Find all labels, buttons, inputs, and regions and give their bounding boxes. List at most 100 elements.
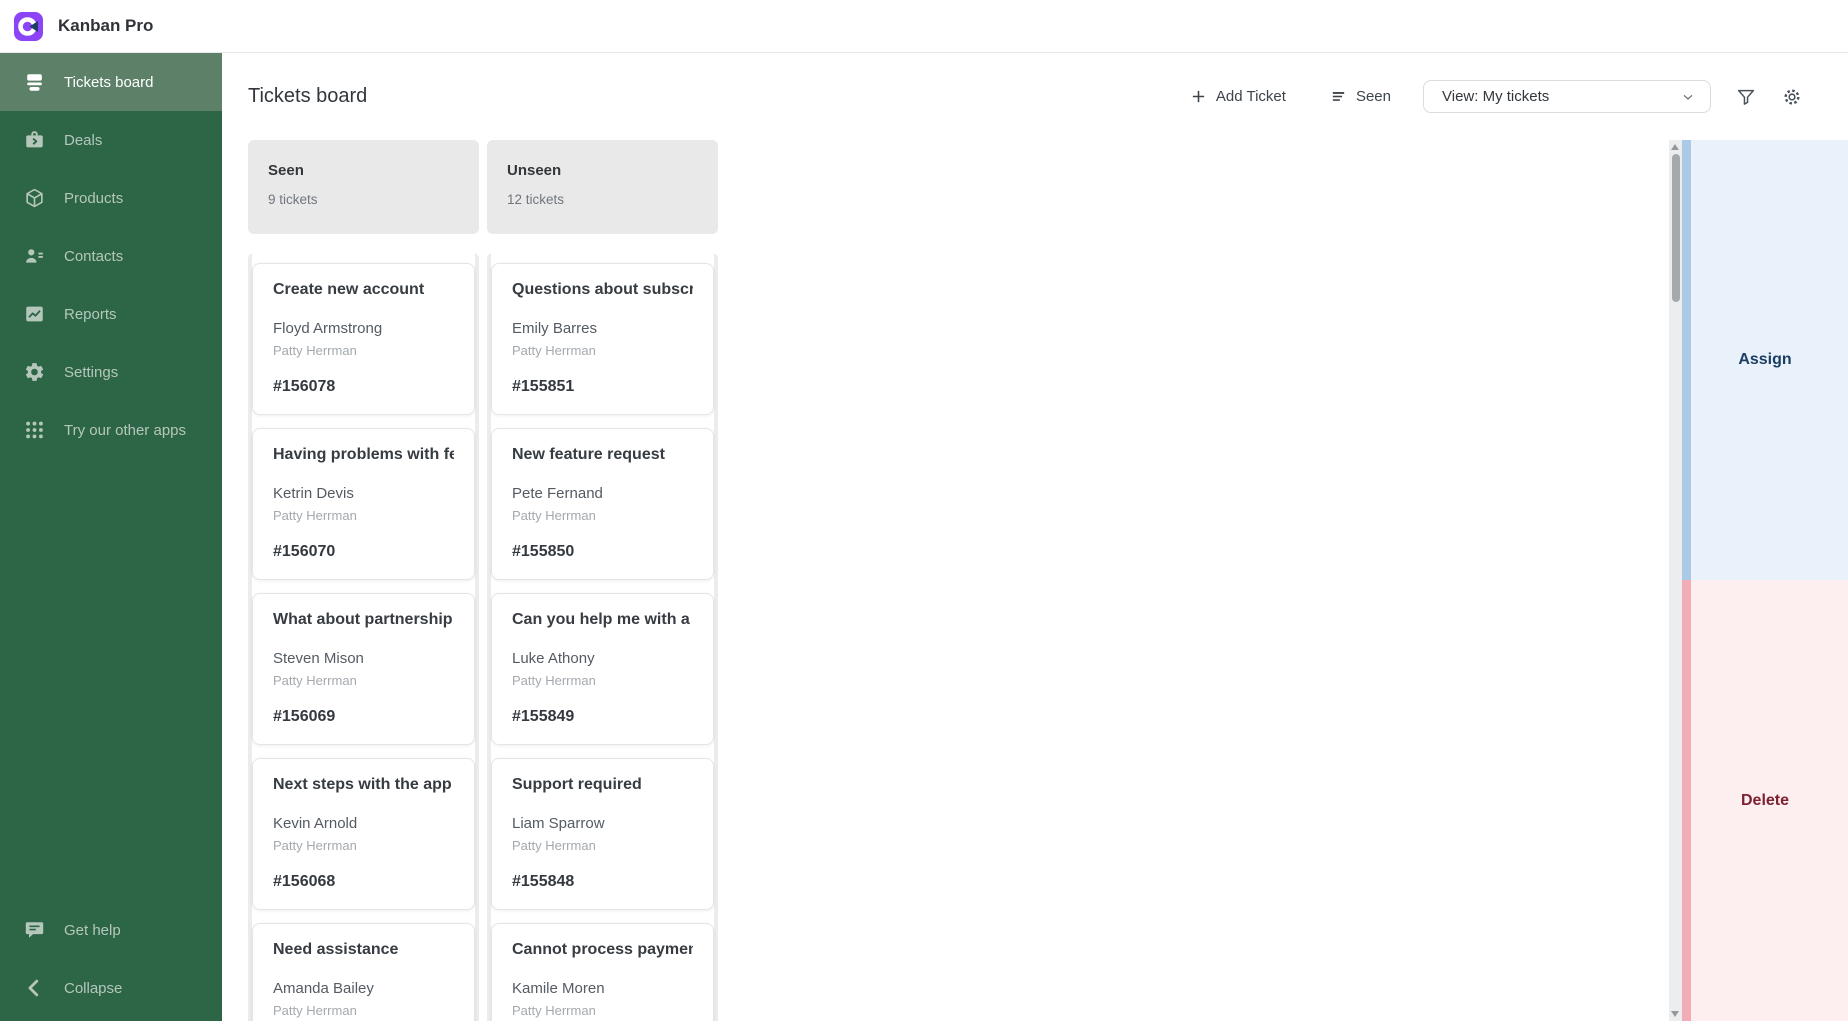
ticket-title: Having problems with fe... [273,446,454,463]
scroll-down-arrow-icon[interactable] [1671,1011,1679,1017]
ticket-card[interactable]: Questions about subscri... Emily Barres Pa… [491,263,714,415]
ticket-card[interactable]: Support required Liam Sparrow Patty Herrma… [491,758,714,910]
board-column-seen: Seen 9 tickets Create new account Floyd Arm… [248,140,479,1021]
settings-button[interactable] [1781,86,1803,108]
ticket-number: #156070 [273,543,336,560]
board-wrap: Seen 9 tickets Create new account Floyd Arm… [222,140,1848,1021]
assign-dropzone[interactable]: Assign [1682,140,1848,580]
top-bar: Kanban Pro [0,0,1848,53]
ticket-requester: Luke Athony [512,650,595,667]
sidebar-item-label: Get help [64,921,121,939]
sidebar-item-try-our-other-apps[interactable]: Try our other apps [0,401,222,459]
settings-icon [21,360,47,384]
sidebar-item-products[interactable]: Products [0,169,222,227]
ticket-number: #156078 [273,378,336,395]
ticket-requester: Kevin Arnold [273,815,358,832]
gear-icon [1784,88,1800,105]
sidebar-item-label: Products [64,189,124,207]
ticket-card[interactable]: Next steps with the app Kevin Arnold Patty… [252,758,475,910]
ticket-title: Create new account [273,281,425,298]
ticket-title: Need assistance [273,941,399,958]
app-logo-icon [14,11,43,41]
sidebar-item-settings[interactable]: Settings [0,343,222,401]
column-card-track: Questions about subscri... Emily Barres Pa… [487,253,718,1021]
card-slot: Create new account Floyd Armstrong Patty H… [252,253,475,428]
ticket-requester: Ketrin Devis [273,485,354,502]
sidebar-item-collapse[interactable]: Collapse [0,959,222,1017]
ticket-number: #155848 [512,873,575,890]
ticket-number: #156069 [273,708,336,725]
scroll-up-arrow-icon[interactable] [1671,144,1679,150]
ticket-title: Support required [512,776,642,793]
ticket-title: Next steps with the app [273,776,452,793]
column-title: Unseen [507,162,562,179]
sidebar-item-label: Settings [64,363,119,381]
ticket-card[interactable]: Create new account Floyd Armstrong Patty H… [252,263,475,415]
header-controls: Add Ticket Seen View: My tickets [1190,80,1803,113]
sidebar-item-deals[interactable]: Deals [0,111,222,169]
sidebar: Tickets board Deals Products Contacts Report… [0,53,222,1021]
main-area: Tickets board Add Ticket Seen View: My t… [222,53,1848,1021]
ticket-title: Cannot process payment [512,941,693,958]
ticket-assignee: Patty Herrman [512,508,596,523]
sidebar-item-tickets-board[interactable]: Tickets board [0,53,222,111]
ticket-requester: Liam Sparrow [512,815,605,832]
vertical-scrollbar[interactable] [1669,140,1682,1021]
card-slot: Cannot process payment Kamile Moren Patty … [491,923,714,1021]
ticket-card[interactable]: Can you help me with a r... Luke Athony Pa… [491,593,714,745]
view-select[interactable]: View: My tickets [1423,80,1711,113]
column-title: Seen [268,162,304,179]
ticket-assignee: Patty Herrman [512,343,596,358]
ticket-assignee: Patty Herrman [273,1003,357,1018]
plus-icon [1190,88,1207,105]
sidebar-item-label: Deals [64,131,103,149]
card-slot: New feature request Pete Fernand Patty Her… [491,428,714,593]
add-ticket-button[interactable]: Add Ticket [1190,88,1286,105]
column-ticket-count: 12 tickets [507,192,565,207]
sidebar-item-label: Try our other apps [64,421,186,439]
ticket-title: What about partnership [273,611,453,628]
seen-filter-button[interactable]: Seen [1330,88,1391,105]
sidebar-item-label: Reports [64,305,117,323]
page-title: Tickets board [248,85,368,107]
sidebar-item-label: Tickets board [64,73,154,91]
ticket-assignee: Patty Herrman [273,673,357,688]
ticket-card[interactable]: Need assistance Amanda Bailey Patty Herrma… [252,923,475,1021]
ticket-card[interactable]: Cannot process payment Kamile Moren Patty … [491,923,714,1021]
ticket-requester: Floyd Armstrong [273,320,383,337]
tickets-icon [21,70,47,94]
delete-dropzone[interactable]: Delete [1682,580,1848,1021]
filter-button[interactable] [1735,86,1757,108]
ticket-number: #156068 [273,873,336,890]
ticket-requester: Steven Mison [273,650,364,667]
column-card-track: Create new account Floyd Armstrong Patty H… [248,253,479,1021]
ticket-title: Questions about subscri... [512,281,693,298]
sidebar-item-get-help[interactable]: Get help [0,901,222,959]
ticket-requester: Kamile Moren [512,980,605,997]
funnel-icon [1737,89,1755,105]
sidebar-item-reports[interactable]: Reports [0,285,222,343]
ticket-requester: Pete Fernand [512,485,603,502]
ticket-card[interactable]: Having problems with fe... Ketrin Devis Pa… [252,428,475,580]
seen-filter-label: Seen [1355,88,1391,105]
sidebar-item-label: Contacts [64,247,124,265]
ticket-number: #155851 [512,378,575,395]
ticket-number: #155849 [512,708,575,725]
app-title: Kanban Pro [58,16,154,35]
card-slot: Questions about subscri... Emily Barres Pa… [491,253,714,428]
board-column-unseen: Unseen 12 tickets Questions about subscri.… [487,140,718,1021]
apps-grid-icon [21,418,47,442]
sidebar-nav: Tickets board Deals Products Contacts Report… [0,53,222,459]
ticket-number: #155850 [512,543,575,560]
scrollbar-thumb[interactable] [1671,154,1680,302]
sidebar-item-contacts[interactable]: Contacts [0,227,222,285]
chevron-left-icon [21,976,47,1000]
dropzones: Assign Delete [1682,140,1848,1021]
ticket-assignee: Patty Herrman [512,1003,596,1018]
ticket-card[interactable]: What about partnership Steven Mison Patty … [252,593,475,745]
ticket-requester: Amanda Bailey [273,980,374,997]
ticket-card[interactable]: New feature request Pete Fernand Patty Her… [491,428,714,580]
main-header: Tickets board Add Ticket Seen View: My t… [222,53,1848,140]
ticket-assignee: Patty Herrman [512,673,596,688]
